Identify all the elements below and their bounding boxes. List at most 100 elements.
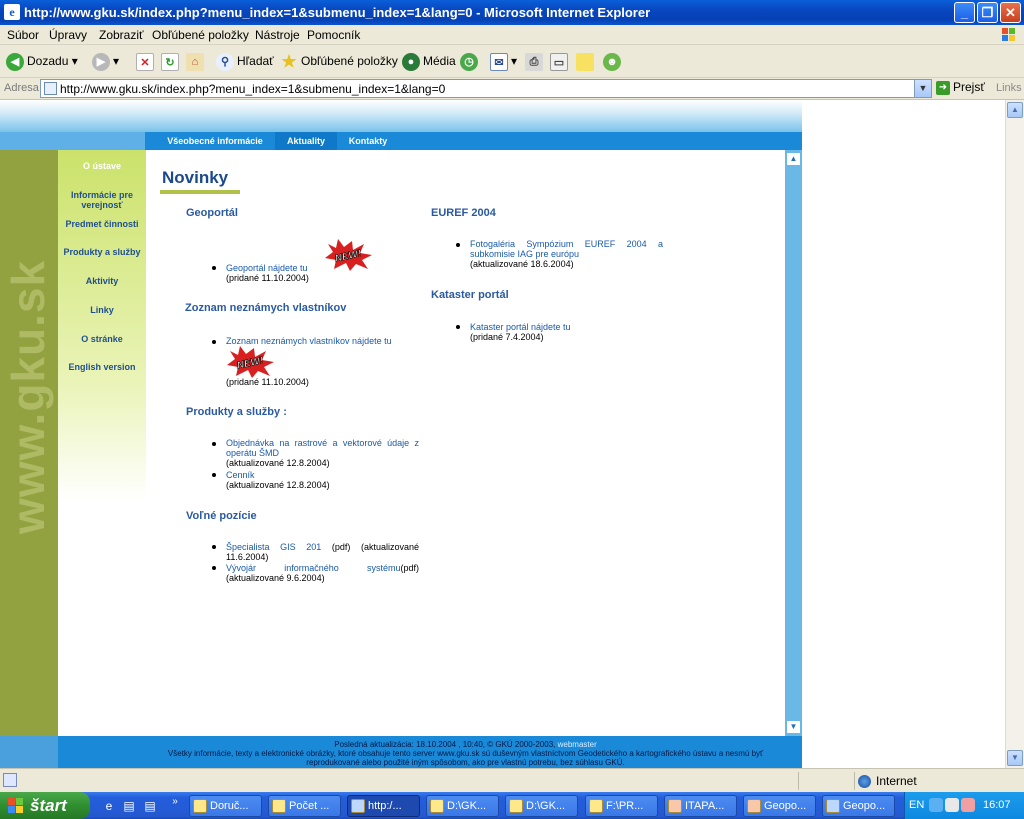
history-button[interactable]: ◷ <box>460 50 481 72</box>
links-button[interactable]: Links <box>996 82 1022 94</box>
address-url[interactable]: http://www.gku.sk/index.php?menu_index=1… <box>60 82 445 96</box>
task-button[interactable]: Počet ... <box>268 795 341 817</box>
watermark-column: www.gku.sk <box>0 150 58 736</box>
sidebar-item-english[interactable]: English version <box>58 362 146 372</box>
sidebar-item-o-stranke[interactable]: O stránke <box>58 334 146 344</box>
browser-scrollbar[interactable]: ▲ ▼ <box>1005 100 1024 768</box>
task-button[interactable]: Geopo... <box>822 795 895 817</box>
section-title-geoportal: Geoportál <box>186 207 238 219</box>
task-button[interactable]: D:\GK... <box>505 795 578 817</box>
task-icon <box>747 799 761 813</box>
scroll-up-icon[interactable]: ▲ <box>786 152 801 166</box>
print-button[interactable]: ⎙ <box>525 50 546 72</box>
task-button[interactable]: Doruč... <box>189 795 262 817</box>
sidebar-item-aktivity[interactable]: Aktivity <box>58 276 146 286</box>
nav-left-block <box>0 132 145 150</box>
start-label: štart <box>30 796 67 815</box>
sidebar-item-informacie[interactable]: Informácie pre verejnosť <box>58 190 146 210</box>
discuss-button[interactable] <box>576 50 597 72</box>
sidebar-nav: O ústave Informácie pre verejnosť Predme… <box>58 150 146 736</box>
section-title-zoznam: Zoznam neznámych vlastníkov <box>185 302 347 314</box>
tab-aktuality[interactable]: Aktuality <box>275 132 337 150</box>
scroll-down-icon[interactable]: ▼ <box>786 720 801 734</box>
forward-button[interactable]: ▶ ▾ <box>92 50 119 72</box>
folder-quicklaunch-icon[interactable]: ▤ <box>142 798 158 814</box>
menu-view[interactable]: Zobraziť <box>99 28 144 42</box>
euref-link[interactable]: Fotogaléria Sympózium EUREF 2004 a subko… <box>470 239 663 259</box>
menu-file[interactable]: Súbor <box>7 28 39 42</box>
browser-window: e http://www.gku.sk/index.php?menu_index… <box>0 0 1024 819</box>
start-button[interactable]: štart <box>0 792 90 819</box>
search-button[interactable]: ⚲ Hľadať <box>216 50 274 72</box>
title-underline <box>160 190 240 194</box>
status-divider <box>798 772 799 790</box>
go-button[interactable]: ➜ Prejsť <box>936 80 985 95</box>
date-note: (pridané 7.4.2004) <box>470 332 544 342</box>
list-item: Kataster portál nájdete tu (pridané 7.4.… <box>470 322 663 342</box>
network-icon[interactable] <box>929 798 943 812</box>
page-viewport: Všeobecné informácie Aktuality Kontakty … <box>0 100 1005 768</box>
ie-icon: e <box>4 4 20 20</box>
menu-tools[interactable]: Nástroje <box>255 28 300 42</box>
maximize-button[interactable]: ❐ <box>977 2 998 23</box>
geoportal-link[interactable]: Geoportál nájdete tu <box>226 263 308 273</box>
folder-quicklaunch-icon[interactable]: ▤ <box>121 798 137 814</box>
home-button[interactable]: ⌂ <box>186 50 207 72</box>
vyvojar-link[interactable]: Vývojár informačného systému <box>226 563 400 573</box>
task-button-active[interactable]: http:/... <box>347 795 420 817</box>
back-button[interactable]: ◀ Dozadu ▾ <box>6 50 78 72</box>
specialista-link[interactable]: Špecialista GIS 201 <box>226 542 321 552</box>
task-button[interactable]: ITAPA... <box>664 795 737 817</box>
kataster-link[interactable]: Kataster portál nájdete tu <box>470 322 571 332</box>
task-button[interactable]: F:\PR... <box>585 795 658 817</box>
scroll-down-icon[interactable]: ▼ <box>1007 750 1023 766</box>
stop-button[interactable]: ✕ <box>136 50 157 72</box>
language-indicator[interactable]: EN <box>909 799 924 811</box>
refresh-button[interactable]: ↻ <box>161 50 182 72</box>
content-scrollbar[interactable]: ▲ ▼ <box>785 150 802 736</box>
minimize-button[interactable]: _ <box>954 2 975 23</box>
menu-edit[interactable]: Úpravy <box>49 28 87 42</box>
date-note: (aktualizované 12.8.2004) <box>226 480 330 490</box>
sidebar-item-linky[interactable]: Linky <box>58 305 146 315</box>
close-button[interactable]: ✕ <box>1000 2 1021 23</box>
sidebar-item-o-ustave[interactable]: O ústave <box>58 161 146 171</box>
task-button[interactable]: D:\GK... <box>426 795 499 817</box>
webmaster-link[interactable]: webmaster <box>558 740 597 749</box>
page-icon <box>44 82 57 95</box>
home-icon: ⌂ <box>186 52 204 71</box>
scroll-up-icon[interactable]: ▲ <box>1007 102 1023 118</box>
security-icon[interactable] <box>961 798 975 812</box>
menu-favorites[interactable]: Obľúbené položky <box>152 28 249 42</box>
menu-help[interactable]: Pomocník <box>307 28 360 42</box>
cennik-link[interactable]: Cenník <box>226 470 255 480</box>
footer-update: Posledná aktualizácia: 18.10.2004 , 10:4… <box>334 740 556 749</box>
star-icon: ★ <box>281 51 297 71</box>
footer-left-block <box>0 736 58 768</box>
messenger-button[interactable]: ☻ <box>603 50 624 72</box>
quicklaunch-more[interactable]: » <box>167 794 183 810</box>
computer-icon[interactable] <box>945 798 959 812</box>
chevron-down-icon[interactable]: ▼ <box>914 80 931 97</box>
bullet <box>212 545 216 549</box>
task-button[interactable]: Geopo... <box>743 795 816 817</box>
mail-button[interactable]: ✉ ▾ <box>490 50 517 72</box>
media-button[interactable]: ● Média <box>402 50 456 72</box>
footer-copyright: Všetky informácie, texty a elektronické … <box>167 749 764 767</box>
sidebar-item-predmet[interactable]: Predmet činnosti <box>58 219 146 229</box>
status-bar: Internet <box>0 768 1024 792</box>
refresh-icon: ↻ <box>161 52 179 71</box>
task-icon <box>193 799 207 813</box>
tab-kontakty[interactable]: Kontakty <box>340 132 396 150</box>
page-status-icon <box>3 773 17 787</box>
title-bar: e http://www.gku.sk/index.php?menu_index… <box>0 0 1024 25</box>
favorites-button[interactable]: ★ Obľúbené položky <box>280 50 398 72</box>
tab-vseobecne[interactable]: Všeobecné informácie <box>157 132 273 150</box>
address-input[interactable]: http://www.gku.sk/index.php?menu_index=1… <box>40 79 932 98</box>
sidebar-item-produkty[interactable]: Produkty a služby <box>58 247 146 257</box>
ie-quicklaunch-icon[interactable]: e <box>101 798 117 814</box>
edit-button[interactable]: ▭ <box>550 50 571 72</box>
date-note: (aktualizované 18.6.2004) <box>470 259 574 269</box>
bullet <box>212 566 216 570</box>
objednavka-link[interactable]: Objednávka na rastrové a vektorové údaje… <box>226 438 419 458</box>
